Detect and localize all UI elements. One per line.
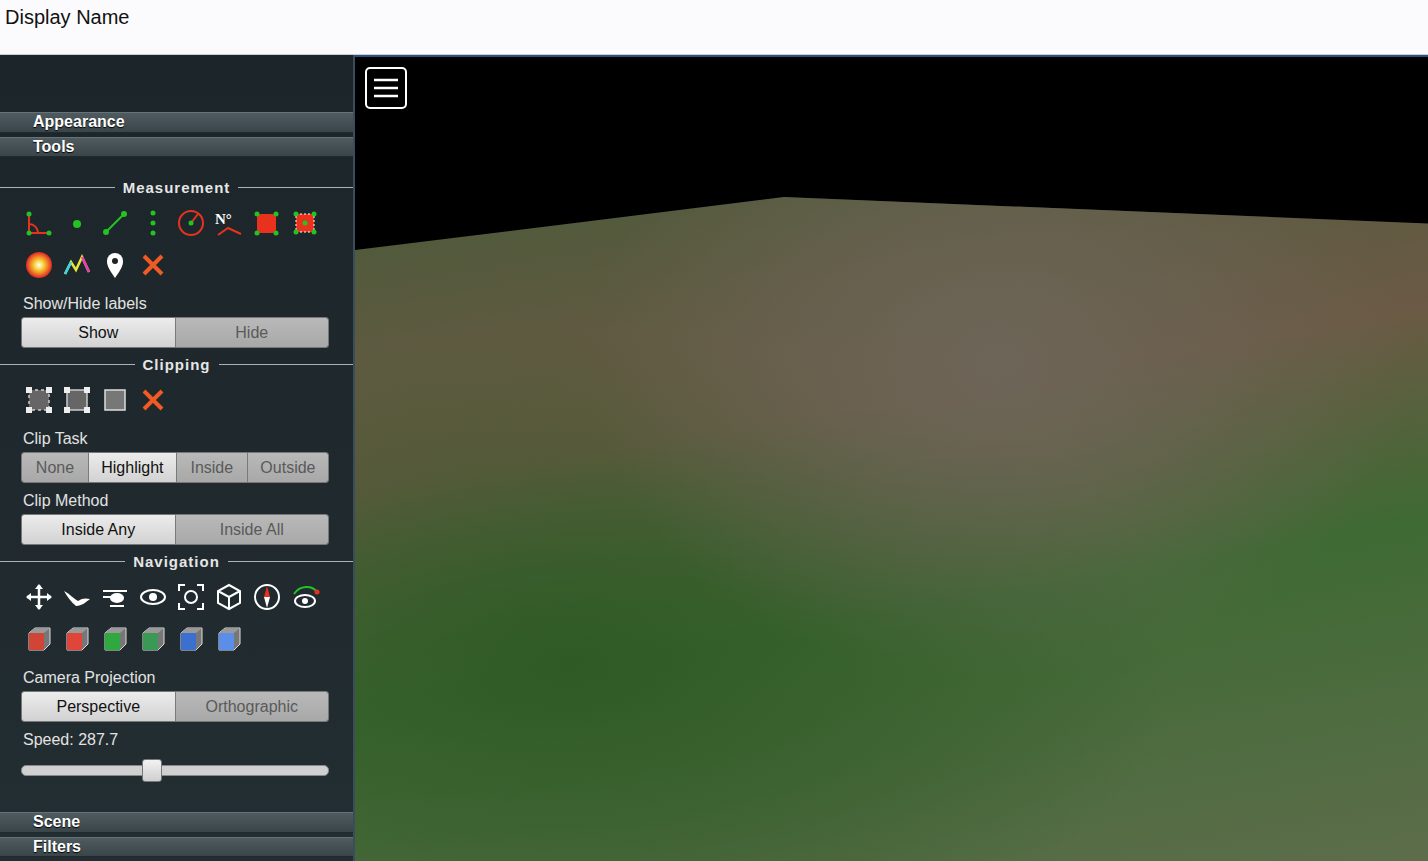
- circle-icon[interactable]: [174, 205, 207, 241]
- height-icon[interactable]: [136, 205, 169, 241]
- helicopter-icon[interactable]: [98, 579, 131, 615]
- display-name: Display Name: [5, 4, 129, 30]
- right-view-icon[interactable]: [174, 621, 207, 657]
- icon-row: N°: [0, 202, 353, 244]
- top-view-icon[interactable]: [98, 621, 131, 657]
- clip-box-icon[interactable]: [98, 382, 131, 418]
- speed-label: Speed: 287.7: [0, 722, 353, 751]
- menu-button[interactable]: [365, 67, 407, 109]
- clip-task-button[interactable]: Highlight: [88, 453, 176, 482]
- annotation-icon[interactable]: [98, 247, 131, 283]
- volume-icon[interactable]: [288, 205, 321, 241]
- viewer[interactable]: [355, 55, 1428, 861]
- labels-group: ShowHide: [21, 317, 329, 348]
- icon-row: [0, 618, 353, 660]
- speed-slider[interactable]: [21, 765, 329, 776]
- field-label: Clip Method: [0, 483, 353, 512]
- angle-icon[interactable]: [22, 205, 55, 241]
- point-icon[interactable]: [60, 205, 93, 241]
- camera-animation-icon[interactable]: [288, 579, 321, 615]
- remove-icon[interactable]: [136, 382, 169, 418]
- profile-icon[interactable]: [60, 247, 93, 283]
- icon-row: [0, 576, 353, 618]
- clip-task-group: NoneHighlightInsideOutside: [21, 452, 329, 483]
- distance-icon[interactable]: [98, 205, 131, 241]
- focus-icon[interactable]: [174, 579, 207, 615]
- full-extent-icon[interactable]: [212, 579, 245, 615]
- clip-polygon-icon[interactable]: [60, 382, 93, 418]
- field-label: Show/Hide labels: [0, 286, 353, 315]
- remove-icon[interactable]: [136, 247, 169, 283]
- back-view-icon[interactable]: [212, 621, 245, 657]
- azimuth-icon[interactable]: N°: [212, 205, 245, 241]
- icon-row: [0, 244, 353, 286]
- clip-task-button[interactable]: Outside: [247, 453, 328, 482]
- clip-method-group: Inside AnyInside All: [21, 514, 329, 545]
- icon-row: [0, 379, 353, 421]
- field-label: Clip Task: [0, 421, 353, 450]
- tools-panel: MeasurementN°Show/Hide labelsShowHideCli…: [0, 161, 353, 812]
- page: Display Name Appearance Tools Measurement N°…: [0, 0, 1428, 861]
- left-view-icon[interactable]: [60, 621, 93, 657]
- compass-icon[interactable]: [250, 579, 283, 615]
- labels-button[interactable]: Show: [22, 318, 175, 347]
- group-title: Navigation: [0, 553, 353, 570]
- sidebar: Appearance Tools Measurement N° Show/Hide la…: [0, 55, 355, 861]
- orbit-icon[interactable]: [136, 579, 169, 615]
- clip-method-button[interactable]: Inside All: [175, 515, 329, 544]
- section-header[interactable]: Tools: [0, 137, 353, 158]
- projection-button[interactable]: Perspective: [22, 692, 175, 721]
- field-label: Camera Projection: [0, 660, 353, 689]
- svg-text:N°: N°: [215, 211, 232, 227]
- main: Appearance Tools Measurement N° Show/Hide la…: [0, 55, 1428, 861]
- top-bar: Display Name: [0, 0, 1428, 55]
- section-header[interactable]: Scene: [0, 812, 353, 833]
- front-view-icon[interactable]: [22, 621, 55, 657]
- section-header[interactable]: Appearance: [0, 112, 353, 133]
- labels-button[interactable]: Hide: [175, 318, 329, 347]
- projection-button[interactable]: Orthographic: [175, 692, 329, 721]
- clip-method-button[interactable]: Inside Any: [22, 515, 175, 544]
- fly-icon[interactable]: [60, 579, 93, 615]
- projection-group: PerspectiveOrthographic: [21, 691, 329, 722]
- earth-control-icon[interactable]: [22, 579, 55, 615]
- profile-sphere-icon[interactable]: [22, 247, 55, 283]
- clip-task-button[interactable]: None: [22, 453, 88, 482]
- bottom-view-icon[interactable]: [136, 621, 169, 657]
- section-header[interactable]: Filters: [0, 837, 353, 858]
- slider-thumb[interactable]: [142, 759, 162, 782]
- group-title: Clipping: [0, 356, 353, 373]
- clip-task-button[interactable]: Inside: [176, 453, 247, 482]
- group-title: Measurement: [0, 179, 353, 196]
- point-cloud-scene[interactable]: [355, 197, 1428, 861]
- menu-icon: [373, 77, 399, 99]
- area-icon[interactable]: [250, 205, 283, 241]
- clip-volume-icon[interactable]: [22, 382, 55, 418]
